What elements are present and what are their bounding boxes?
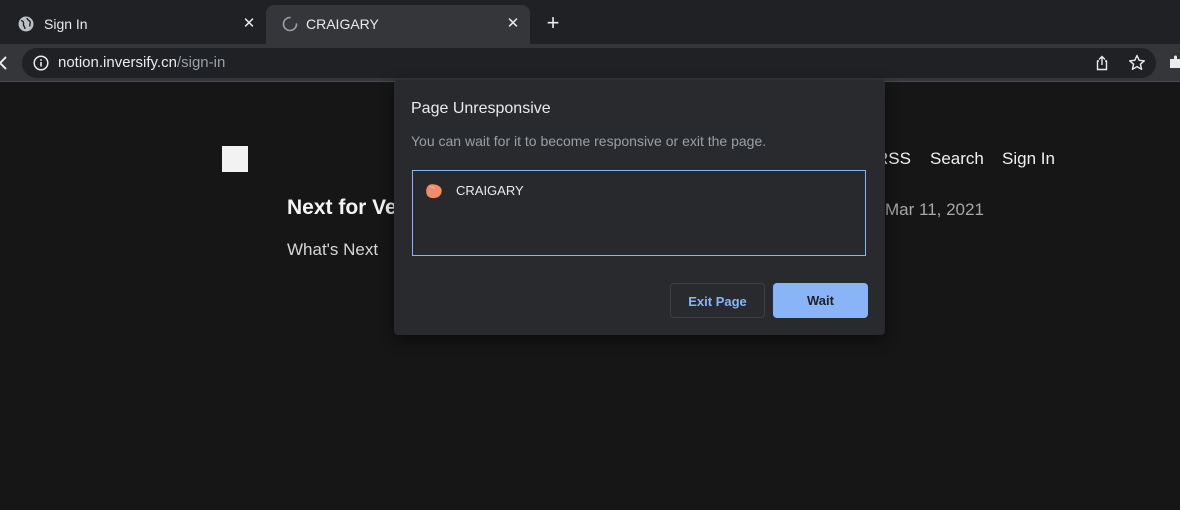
post-date: Mar 11, 2021: [885, 200, 984, 219]
list-item[interactable]: CRAIGARY: [456, 183, 524, 199]
post-summary: What's Next: [287, 240, 379, 259]
close-tab-icon[interactable]: ✕: [504, 15, 522, 33]
info-icon[interactable]: [33, 55, 49, 71]
loading-spinner-icon: [282, 16, 298, 32]
url-path: /sign-in: [176, 54, 226, 71]
exit-page-button[interactable]: Exit Page: [670, 283, 765, 318]
back-arrow-icon[interactable]: [0, 53, 12, 73]
site-logo[interactable]: [222, 146, 248, 172]
nav-link-sign-in[interactable]: Sign In: [1002, 149, 1055, 169]
craigary-blob-icon: [426, 184, 442, 199]
wait-button[interactable]: Wait: [773, 283, 868, 318]
url-text[interactable]: notion.inversify.cn/sign-in: [58, 55, 225, 71]
extensions-puzzle-icon[interactable]: [1168, 54, 1180, 70]
page-unresponsive-dialog: Page Unresponsive You can wait for it to…: [394, 80, 885, 335]
url-host: notion.inversify.cn: [58, 54, 177, 71]
unresponsive-pages-list[interactable]: CRAIGARY: [412, 170, 866, 256]
dialog-message: You can wait for it to become responsive…: [411, 133, 767, 149]
globe-icon: [18, 16, 34, 32]
tab-strip: Sign In ✕ CRAIGARY ✕ +: [0, 0, 1180, 44]
tab-sign-in[interactable]: Sign In ✕: [0, 5, 266, 44]
share-icon[interactable]: [1094, 55, 1110, 71]
nav-link-search[interactable]: Search: [930, 149, 984, 169]
bookmark-star-icon[interactable]: [1128, 54, 1146, 72]
browser-toolbar: notion.inversify.cn/sign-in: [0, 44, 1180, 82]
dialog-title: Page Unresponsive: [411, 100, 551, 117]
tab-craigary[interactable]: CRAIGARY ✕: [266, 5, 530, 44]
new-tab-button[interactable]: +: [542, 12, 564, 34]
close-tab-icon[interactable]: ✕: [240, 15, 258, 33]
tab-title: CRAIGARY: [306, 16, 379, 32]
tab-title: Sign In: [44, 16, 88, 32]
post-title[interactable]: Next for Ve: [287, 196, 397, 220]
address-bar[interactable]: notion.inversify.cn/sign-in: [22, 48, 1156, 78]
